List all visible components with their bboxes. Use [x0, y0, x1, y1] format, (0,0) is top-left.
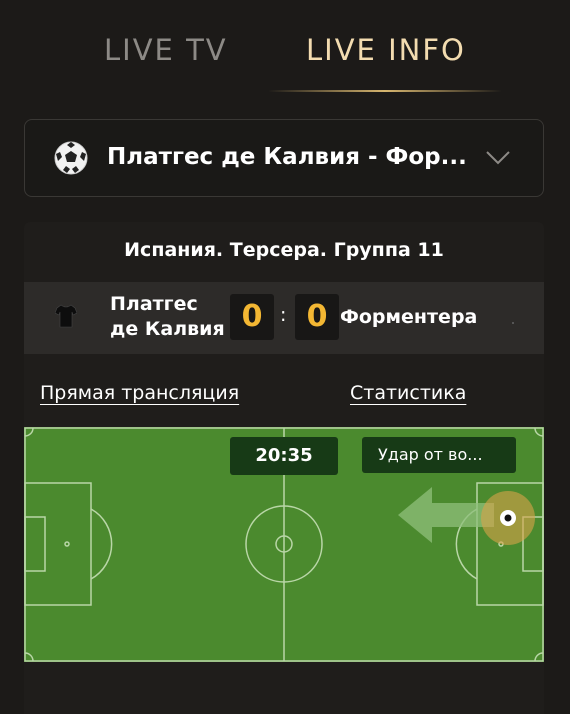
home-team-name: Платгес де Калвия [110, 293, 225, 340]
home-score: 0 [230, 294, 274, 340]
tab-live-tv[interactable]: LIVE TV [104, 33, 228, 67]
top-tabs: LIVE TV LIVE INFO [0, 0, 570, 100]
statistics-link[interactable]: Статистика [350, 382, 466, 404]
match-time: 20:35 [230, 437, 338, 475]
tab-live-info[interactable]: LIVE INFO [306, 33, 466, 67]
match-selector[interactable]: Платгес де Калвия - Фор... [24, 119, 544, 197]
live-stream-link[interactable]: Прямая трансляция [40, 382, 239, 404]
jersey-icon [55, 304, 77, 328]
score-separator: : [280, 304, 287, 326]
event-label: Удар от во... [362, 437, 516, 473]
soccer-ball-icon [54, 141, 88, 175]
away-team-icon [512, 322, 514, 324]
chevron-down-icon[interactable] [485, 150, 511, 166]
away-team-name: Форментера [340, 306, 478, 328]
league-title: Испания. Терсера. Группа 11 [124, 239, 444, 261]
active-tab-indicator [268, 90, 502, 92]
match-card: Испания. Терсера. Группа 11 Платгес де К… [24, 222, 544, 714]
away-score: 0 [295, 294, 339, 340]
scoreboard: Платгес де Калвия 0 : 0 Форментера [24, 282, 544, 354]
selected-match-label: Платгес де Калвия - Фор... [107, 144, 467, 170]
pitch-visualization: 20:35 Удар от во... [24, 427, 544, 662]
